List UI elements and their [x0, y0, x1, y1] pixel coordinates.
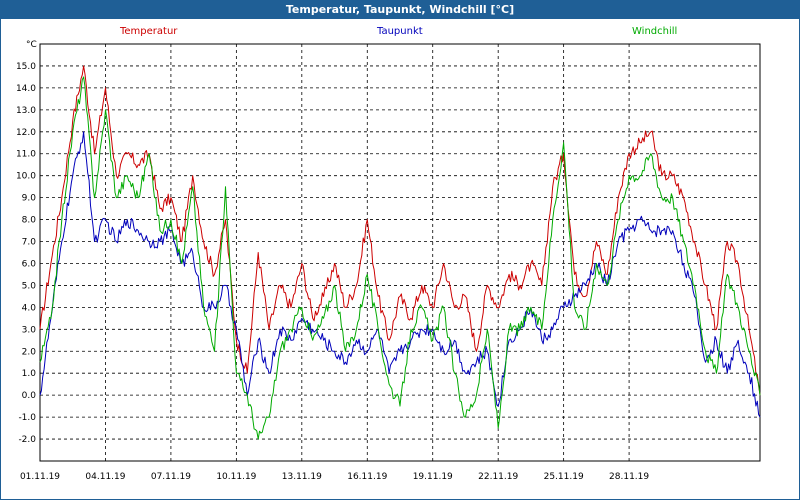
series-line-temperatur	[39, 65, 761, 396]
grid	[40, 44, 760, 461]
line-chart: -2.0 -1.0 0.0 1.0 2.0 3.0 4.0 5.0 6.0 7.0 8.0 9.0 10…	[16, 26, 761, 482]
y-tick-label: 3.0	[22, 325, 37, 335]
y-axis-unit: °C	[26, 40, 37, 50]
x-tick-label: 25.11.19	[544, 472, 584, 482]
y-tick-label: 0.0	[22, 391, 37, 401]
y-tick-label: -1.0	[18, 413, 36, 423]
y-tick-label: 4.0	[22, 303, 37, 313]
x-tick-label: 01.11.19	[20, 472, 60, 482]
plot-area-border	[39, 43, 761, 462]
y-tick-label: 12.0	[16, 128, 36, 138]
series-line-taupunkt	[39, 131, 761, 418]
legend: Temperatur Taupunkt Windchill	[119, 26, 677, 37]
legend-windchill: Windchill	[632, 26, 677, 37]
y-tick-label: 11.0	[16, 150, 36, 160]
y-tick-label: 15.0	[16, 62, 36, 72]
y-tick-label: 10.0	[16, 172, 36, 182]
x-tick-label: 13.11.19	[282, 472, 322, 482]
x-tick-label: 10.11.19	[216, 472, 256, 482]
y-tick-label: 2.0	[22, 347, 37, 357]
series	[39, 65, 761, 440]
x-tick-label: 07.11.19	[151, 472, 191, 482]
y-tick-label: 1.0	[22, 369, 37, 379]
y-tick-label: 9.0	[22, 194, 37, 204]
y-tick-label: 7.0	[22, 238, 37, 248]
x-tick-label: 19.11.19	[413, 472, 453, 482]
legend-taupunkt: Taupunkt	[376, 26, 423, 37]
y-tick-label: 14.0	[16, 84, 36, 94]
y-tick-label: 13.0	[16, 106, 36, 116]
x-tick-label: 04.11.19	[85, 472, 125, 482]
x-tick-label: 28.11.19	[609, 472, 649, 482]
x-tick-label: 16.11.19	[347, 472, 387, 482]
y-tick-label: 5.0	[22, 281, 37, 291]
y-tick-label: 8.0	[22, 216, 37, 226]
y-tick-label: 6.0	[22, 259, 37, 269]
legend-temperatur: Temperatur	[119, 26, 178, 37]
x-tick-label: 22.11.19	[478, 472, 518, 482]
y-tick-label: -2.0	[18, 435, 36, 445]
